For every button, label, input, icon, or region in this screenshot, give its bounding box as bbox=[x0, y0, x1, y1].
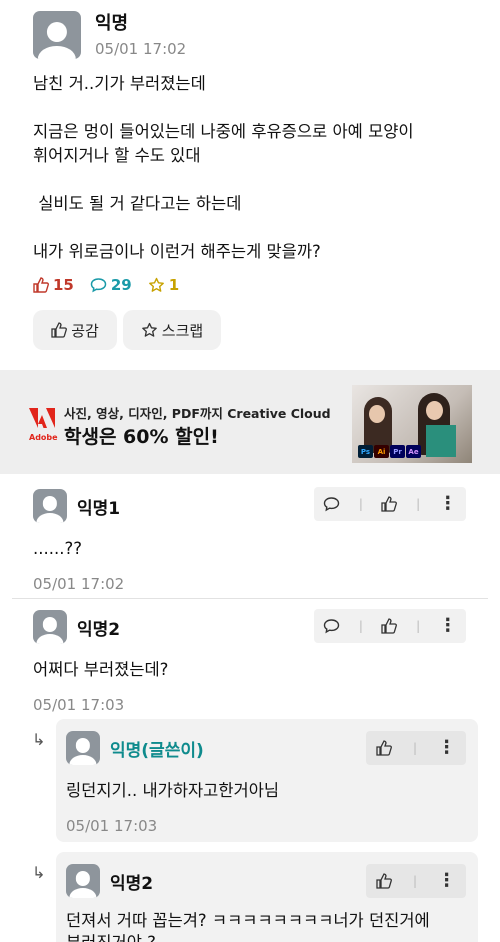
reply: 익명(글쓴이) 링던지기.. 내가하자고한거아님 05/01 17:03 bbox=[66, 731, 279, 835]
ad-photo: Ps Ai Pr Ae bbox=[352, 385, 472, 463]
like-count-value: 15 bbox=[53, 276, 74, 294]
scrap-button[interactable]: 스크랩 bbox=[123, 310, 221, 350]
scrap-button-label: 스크랩 bbox=[161, 321, 204, 340]
thumbs-up-icon[interactable] bbox=[376, 740, 393, 756]
more-vertical-icon[interactable]: ⋮ bbox=[439, 617, 457, 635]
illustrator-icon: Ai bbox=[374, 445, 389, 458]
post-line: 남친 거..기가 부러졌는데 bbox=[33, 74, 206, 93]
after-effects-icon: Ae bbox=[406, 445, 421, 458]
reply-actions: | ⋮ bbox=[366, 731, 466, 765]
thumbs-up-icon[interactable] bbox=[381, 618, 398, 634]
speech-bubble-icon bbox=[90, 278, 107, 293]
thumbs-up-icon[interactable] bbox=[376, 873, 393, 889]
post-line: 휘어지거나 할 수도 있대 bbox=[33, 146, 201, 165]
post-body: 남친 거..기가 부러졌는데 지금은 멍이 들어있는데 나중에 후유증으로 아예… bbox=[33, 72, 473, 264]
adobe-logo: Adobe bbox=[29, 408, 58, 442]
star-icon bbox=[141, 322, 157, 337]
scrap-count: 1 bbox=[148, 276, 179, 294]
reply-text: 던져서 거따 꼽는겨? ㅋㅋㅋㅋㅋㅋㅋㅋ너가 던진거에 bbox=[66, 911, 430, 930]
post-author: 익명 bbox=[95, 13, 129, 34]
comment-divider bbox=[12, 598, 488, 599]
reply-arrow-icon: ↳ bbox=[32, 730, 46, 749]
post-header: 익명 05/01 17:02 bbox=[33, 11, 186, 59]
like-button-label: 공감 bbox=[71, 321, 99, 340]
reply-avatar bbox=[66, 731, 100, 765]
comment-avatar bbox=[33, 489, 67, 523]
more-vertical-icon[interactable]: ⋮ bbox=[438, 739, 456, 757]
like-button[interactable]: 공감 bbox=[33, 310, 117, 350]
comment-author: 익명1 bbox=[77, 498, 121, 519]
reply-author: 익명(글쓴이) bbox=[110, 740, 204, 761]
reply-actions: | ⋮ bbox=[366, 864, 466, 898]
premiere-icon: Pr bbox=[390, 445, 405, 458]
more-vertical-icon[interactable]: ⋮ bbox=[439, 495, 457, 513]
reply-arrow-icon: ↳ bbox=[32, 863, 46, 882]
photoshop-icon: Ps bbox=[358, 445, 373, 458]
reply-text-continued: 부러진거야 ? bbox=[66, 932, 430, 942]
comment-time: 05/01 17:03 bbox=[33, 696, 125, 714]
reply-box: 익명2 던져서 거따 꼽는겨? ㅋㅋㅋㅋㅋㅋㅋㅋ너가 던진거에 부러진거야 ? … bbox=[56, 852, 478, 942]
comment-text: ......?? bbox=[33, 539, 82, 558]
star-icon bbox=[148, 277, 164, 292]
post-line: 지금은 멍이 들어있는데 나중에 후유증으로 아예 모양이 bbox=[33, 122, 414, 141]
comment-actions: | | ⋮ bbox=[314, 609, 466, 643]
comment: 익명2 어쩌다 부러졌는데? 05/01 17:03 bbox=[33, 610, 168, 714]
speech-bubble-icon[interactable] bbox=[323, 496, 340, 512]
comment-author: 익명2 bbox=[77, 619, 121, 640]
reply-avatar bbox=[66, 864, 100, 898]
thumbs-up-icon[interactable] bbox=[381, 496, 398, 512]
comment-avatar bbox=[33, 610, 67, 644]
thumbs-up-icon bbox=[51, 322, 68, 338]
comment-time: 05/01 17:02 bbox=[33, 575, 125, 593]
comment: 익명1 ......?? 05/01 17:02 bbox=[33, 489, 124, 593]
ad-banner[interactable]: Adobe 사진, 영상, 디자인, PDF까지 Creative Cloud … bbox=[0, 370, 500, 474]
comment-count: 29 bbox=[90, 276, 132, 294]
post-line: 내가 위로금이나 이런거 해주는게 맞을까? bbox=[33, 242, 321, 261]
post-counts: 15 29 1 bbox=[33, 276, 195, 294]
reply-box: 익명(글쓴이) 링던지기.. 내가하자고한거아님 05/01 17:03 | ⋮ bbox=[56, 719, 478, 842]
adobe-logo-icon bbox=[29, 408, 55, 428]
more-vertical-icon[interactable]: ⋮ bbox=[438, 872, 456, 890]
thumbs-up-icon bbox=[33, 277, 49, 293]
comment-text: 어쩌다 부러졌는데? bbox=[33, 660, 169, 679]
post-time: 05/01 17:02 bbox=[95, 40, 187, 58]
reply-time: 05/01 17:03 bbox=[66, 817, 158, 835]
adobe-wordmark: Adobe bbox=[29, 433, 58, 442]
ad-line-2: 학생은 60% 할인! bbox=[64, 426, 219, 448]
ad-line-1: 사진, 영상, 디자인, PDF까지 Creative Cloud bbox=[64, 406, 331, 421]
reply-author: 익명2 bbox=[110, 873, 154, 894]
reply-text: 링던지기.. 내가하자고한거아님 bbox=[66, 781, 280, 800]
comment-actions: | | ⋮ bbox=[314, 487, 466, 521]
scrap-count-value: 1 bbox=[168, 276, 180, 294]
post-meta: 익명 05/01 17:02 bbox=[95, 12, 186, 58]
post-line: 실비도 될 거 같다고는 하는데 bbox=[33, 194, 242, 213]
comment-count-value: 29 bbox=[110, 276, 132, 294]
like-count: 15 bbox=[33, 276, 74, 294]
speech-bubble-icon[interactable] bbox=[323, 618, 340, 634]
post-author-avatar bbox=[33, 11, 81, 59]
